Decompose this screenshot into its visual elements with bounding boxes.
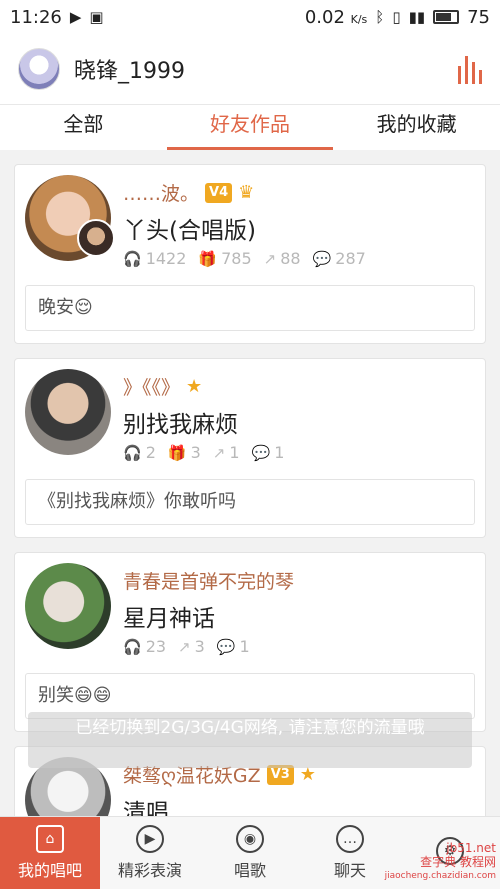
song-title[interactable]: 清唱 [123, 793, 169, 816]
play-icon: ▶ [136, 825, 164, 853]
headphones-icon: 🎧 [123, 249, 142, 268]
app-header: 晓锋_1999 [0, 34, 500, 104]
network-toast: 已经切换到2G/3G/4G网络, 请注意您的流量哦 [28, 712, 472, 768]
avatar[interactable] [25, 563, 111, 649]
notification-icon: ▣ [89, 7, 104, 26]
feed-card[interactable]: 》《《》 ★ 别找我麻烦 🎧 2 🎁 3 ↗ 1 💬 1 《别找我麻烦》你敢听吗 [14, 358, 486, 538]
song-title[interactable]: 星月神话 [123, 599, 215, 633]
clock: 11:26 [10, 6, 62, 28]
latest-comment[interactable]: 《别找我麻烦》你敢听吗 [25, 479, 475, 525]
comment-icon: 💬 [216, 637, 236, 656]
song-title[interactable]: 丫头(合唱版) [123, 211, 256, 245]
share-icon: ↗ [212, 443, 226, 462]
status-bar: 11:26 ▶ ▣ 0.02 K/s ᛒ ▯ ▮▮ 75 [0, 0, 500, 34]
equalizer-icon[interactable] [458, 54, 482, 84]
v-level-badge: V4 [205, 182, 233, 203]
gift-icon: 🎁 [198, 249, 218, 268]
network-speed: 0.02 K/s [304, 6, 368, 28]
feed-card[interactable]: ……波。 V4 ♛ 丫头(合唱版) 🎧 1422 🎁 785 ↗ 88 💬 287 晚安… [14, 164, 486, 344]
bluetooth-icon: ᛒ [375, 7, 385, 26]
song-title[interactable]: 别找我麻烦 [123, 405, 238, 439]
headphones-icon: 🎧 [123, 637, 142, 656]
stats-row: 🎧 23 ↗ 3 💬 1 [123, 637, 250, 656]
latest-comment[interactable]: 晚安😌 [25, 285, 475, 331]
user-avatar[interactable] [18, 48, 60, 90]
feed-card[interactable]: 青春是首弹不完的琴 星月神话 🎧 23 ↗ 3 💬 1 别笑😄😄 [14, 552, 486, 732]
watermark: jb51.net 查字典 教程网 jiaocheng.chazidian.com [384, 841, 496, 881]
battery-icon [433, 10, 460, 24]
tab-bar: 全部 好友作品 我的收藏 [0, 104, 500, 150]
gift-icon: 🎁 [167, 443, 187, 462]
tab-friends-works[interactable]: 好友作品 [166, 105, 334, 150]
star-icon: ★ [186, 376, 203, 397]
stats-row: 🎧 2 🎁 3 ↗ 1 💬 1 [123, 443, 285, 462]
chat-icon: … [336, 825, 364, 853]
vibrate-icon: ▯ [392, 7, 401, 26]
stats-row: 🎧 1422 🎁 785 ↗ 88 💬 287 [123, 249, 366, 268]
crown-icon: ♛ [238, 182, 255, 203]
battery-level: 75 [467, 6, 490, 28]
avatar[interactable] [25, 369, 111, 455]
username: 晓锋_1999 [74, 59, 185, 84]
comment-icon: 💬 [312, 249, 332, 268]
nav-sing[interactable]: ◉ 唱歌 [200, 817, 300, 889]
duet-avatar[interactable] [77, 219, 115, 257]
home-icon: ⌂ [36, 825, 64, 853]
card-username[interactable]: 》《《》 ★ [123, 373, 202, 400]
play-status-icon: ▶ [69, 7, 82, 26]
share-icon: ↗ [263, 249, 277, 268]
card-username[interactable]: 青春是首弹不完的琴 [123, 567, 294, 594]
signal-icon: ▮▮ [408, 7, 426, 26]
nav-my-changba[interactable]: ⌂ 我的唱吧 [0, 817, 100, 889]
tab-all[interactable]: 全部 [0, 105, 167, 150]
nav-performances[interactable]: ▶ 精彩表演 [100, 817, 200, 889]
comment-icon: 💬 [251, 443, 271, 462]
mic-icon: ◉ [236, 825, 264, 853]
headphones-icon: 🎧 [123, 443, 142, 462]
share-icon: ↗ [178, 637, 191, 656]
card-username[interactable]: ……波。 V4 ♛ [123, 179, 254, 206]
tab-my-favorites[interactable]: 我的收藏 [333, 105, 500, 150]
